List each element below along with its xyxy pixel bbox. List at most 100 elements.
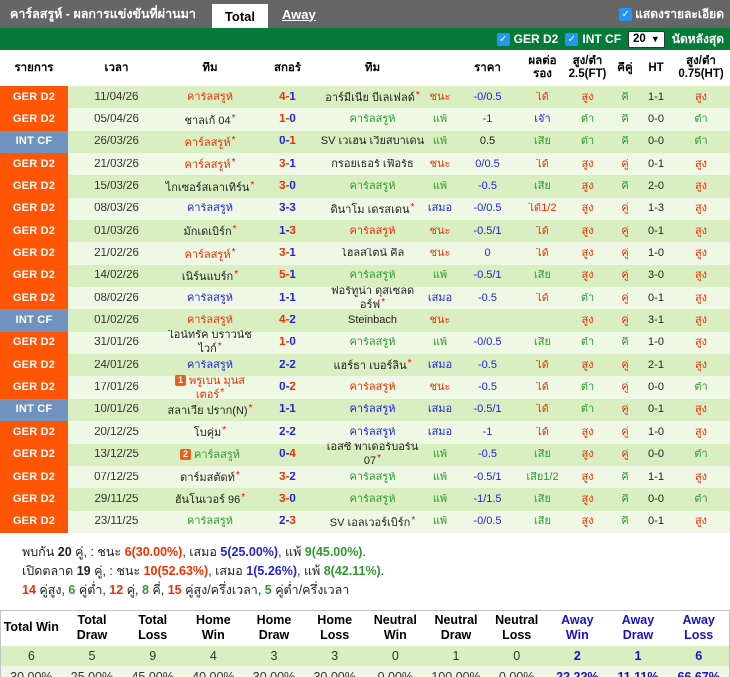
team-name: คาร์ลสรูห์	[186, 91, 234, 103]
stats-header-cell: Away Win	[547, 610, 608, 646]
last-matches-label: นัดหลังสุด	[671, 31, 724, 46]
league-badge: GER D2	[0, 220, 68, 243]
odd-even: คู่	[621, 292, 629, 304]
team-name: คาร์ลสรูห์	[184, 159, 231, 172]
filter-ger-d2[interactable]: ✓ GER D2	[496, 32, 558, 46]
over-under-ft: ต่ำ	[580, 337, 595, 349]
handicap-price: -0.5/1	[473, 270, 502, 282]
match-date: 17/01/26	[94, 382, 139, 394]
match-row: GER D2 01/03/26 มักเดเบิร์ก* 1-3 คาร์ลสร…	[0, 220, 730, 243]
over-under-ft: สูง	[581, 516, 594, 528]
team-name: แฮร์ธา เบอร์ลิน	[333, 360, 407, 373]
team-name: คาร์ลสรูห์	[349, 181, 396, 193]
checkbox-checked-icon[interactable]: ✓	[496, 32, 510, 46]
match-result: แพ้	[432, 516, 448, 528]
col-header-away-team: ทีม	[364, 61, 381, 74]
over-under-ht: สูง	[694, 426, 708, 438]
summary-segment: 5	[264, 582, 272, 597]
match-row: GER D2 23/11/25 คาร์ลสรูห์ 2-3 SV เอลเวอ…	[0, 510, 730, 533]
league-badge: INT CF	[0, 130, 68, 154]
full-time-score: 1-1	[255, 293, 320, 304]
full-time-score: 5-1	[255, 270, 320, 281]
handicap-price: -0/0.5	[473, 91, 502, 103]
handicap-result: ได้	[536, 404, 549, 416]
filter-int-cf-label: INT CF	[582, 32, 622, 46]
league-badge: GER D2	[0, 264, 68, 288]
away-goals: 2	[289, 426, 296, 438]
checkbox-checked-icon[interactable]: ✓	[619, 7, 633, 21]
handicap-result: เสีย	[534, 136, 551, 148]
full-time-score: 3-2	[255, 472, 320, 483]
home-team: คาร์ลสรูห์	[165, 315, 255, 326]
handicap-price: -0/0.5	[473, 516, 502, 528]
match-date: 14/02/26	[94, 270, 139, 282]
over-under-ft: สูง	[581, 359, 594, 371]
team-name: เนิร์นแบร์ก	[181, 270, 234, 283]
team-name: สลาเวีย ปราก(N)	[167, 404, 248, 417]
match-count-select[interactable]: 20 ▼	[628, 30, 665, 48]
star-marker-icon: *	[410, 201, 415, 213]
tab-total[interactable]: Total	[211, 4, 269, 28]
away-goals: 2	[289, 315, 296, 327]
checkbox-checked-icon[interactable]: ✓	[565, 32, 579, 46]
match-row: GER D2 14/02/26 เนิร์นแบร์ก* 5-1 คาร์ลสร…	[0, 264, 730, 288]
home-team: คาร์ลสรูห์*	[165, 135, 255, 149]
handicap-result: เสีย	[534, 449, 551, 461]
odd-even: คู่	[621, 315, 629, 327]
away-team: ฟอร์ทูน่า ดุสเซลดอร์ฟ*	[320, 286, 425, 311]
half-time-score: 1-3	[648, 203, 664, 215]
league-badge: INT CF	[0, 309, 68, 332]
summary-segment: 8(42.11%)	[323, 563, 381, 578]
match-result: เสมอ	[427, 359, 453, 371]
match-result: แพ้	[432, 181, 448, 193]
summary-segment: คู่, : ชนะ	[71, 544, 125, 559]
summary-segment: คู่ต่ำ,	[75, 582, 110, 597]
col-header-over-under-ht: สูง/ต่ำ 0.75(HT)	[678, 55, 724, 80]
team-name: SV เอลเวอร์เบิร์ก	[329, 516, 411, 529]
full-time-score: 3-0	[255, 181, 320, 192]
half-time-score: 0-0	[648, 493, 664, 505]
team-name: โบคุ่ม	[193, 427, 222, 440]
star-marker-icon: *	[415, 90, 420, 102]
table-header: รายการ เวลา ทีม สกอร์ ทีม ราคา ผลต่อรอง …	[0, 50, 730, 86]
half-time-score: 0-0	[648, 136, 664, 148]
full-time-score: 4-1	[255, 92, 320, 103]
star-marker-icon: *	[231, 157, 236, 169]
show-detail-toggle[interactable]: ✓ แสดงรายละเอียด	[619, 5, 730, 24]
stats-percent-cell: 30.00%	[1, 665, 62, 677]
summary-segment: 15	[167, 582, 182, 597]
league-badge: GER D2	[0, 465, 68, 489]
match-row: GER D2 31/01/26 ไอน์ทรัค บราวน์ชไวก์* 1-…	[0, 330, 730, 355]
stats-header-cell: Total Draw	[61, 610, 123, 646]
team-name: คาร์ลสรูห์	[349, 114, 396, 126]
summary-segment: คี่,	[148, 582, 168, 597]
match-result: แพ้	[432, 449, 448, 461]
home-team: คาร์ลสรูห์*	[165, 247, 255, 261]
team-name: พรูเบน มุนสเตอร์	[189, 374, 245, 401]
odd-even: คู่	[621, 426, 629, 438]
over-under-ht: สูง	[694, 359, 708, 371]
results-page: คาร์ลสรูห์ - ผลการแข่งขันที่ผ่านมา Total…	[0, 0, 730, 677]
handicap-result: เสีย	[534, 493, 551, 505]
half-time-score: 2-1	[648, 359, 664, 371]
league-badge: GER D2	[0, 108, 68, 131]
league-badge: GER D2	[0, 175, 68, 198]
match-result: แพ้	[432, 471, 448, 483]
match-row: GER D2 08/03/26 คาร์ลสรูห์ 3-3 ดินาโม เด…	[0, 197, 730, 221]
half-time-score: 1-0	[648, 248, 664, 260]
stats-header-cell: Home Loss	[304, 610, 365, 646]
filter-int-cf[interactable]: ✓ INT CF	[565, 32, 621, 46]
half-time-score: 0-0	[648, 114, 664, 126]
summary-segment: คู่, : ชนะ	[90, 563, 144, 578]
match-row: GER D2 07/12/25 ดาร์มสตัดท์* 3-2 คาร์ลสร…	[0, 465, 730, 489]
match-row: GER D2 17/01/26 1 พรูเบน มุนสเตอร์* 0-2 ค…	[0, 374, 730, 401]
home-team: ไอน์ทรัค บราวน์ชไวก์*	[165, 330, 255, 355]
tab-away[interactable]: Away	[282, 7, 316, 22]
home-team: 1 พรูเบน มุนสเตอร์*	[165, 374, 255, 401]
team-name: คาร์ลสรูห์	[184, 248, 231, 261]
col-header-odd-even: คี่คู่	[617, 61, 633, 74]
chevron-down-icon: ▼	[650, 34, 660, 44]
away-team: SV เอลเวอร์เบิร์ก*	[320, 515, 425, 529]
summary-segment: , เสมอ	[208, 563, 247, 578]
over-under-ht: สูง	[694, 404, 708, 416]
